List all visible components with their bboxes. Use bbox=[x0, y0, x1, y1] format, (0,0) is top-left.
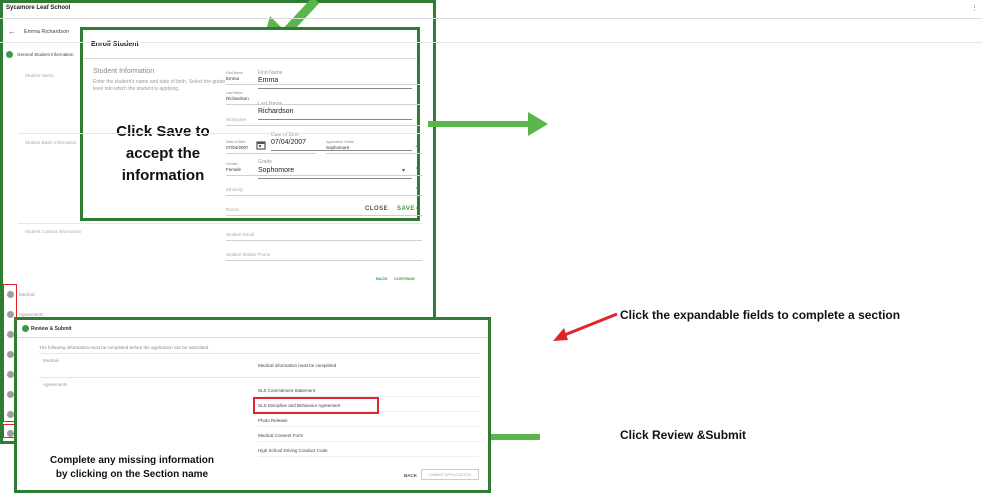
ethnicity-underline bbox=[226, 195, 422, 196]
agreements-label: Agreements bbox=[43, 382, 68, 387]
missing-info-line1: Complete any missing information bbox=[50, 455, 214, 466]
save-annotation-line2: accept the bbox=[125, 145, 201, 162]
student-name: Emma Richardson bbox=[24, 29, 70, 35]
mobile-underline bbox=[226, 260, 422, 261]
first-name-underline bbox=[226, 84, 420, 85]
gender-label: Gender bbox=[226, 162, 238, 166]
app-grade-label: Application Grade bbox=[326, 140, 354, 144]
gender-select[interactable]: Female bbox=[226, 167, 241, 172]
last-name-underline bbox=[258, 119, 412, 120]
missing-info-annotation: Complete any missing information by clic… bbox=[27, 454, 237, 482]
contact-section: Student Contact Information bbox=[25, 229, 82, 234]
nickname-underline bbox=[226, 125, 420, 126]
back-button[interactable]: BACK bbox=[404, 473, 417, 478]
first-name-field[interactable]: Emma bbox=[258, 77, 278, 84]
dob-underline bbox=[226, 153, 316, 154]
chevron-down-icon[interactable]: ▾ bbox=[416, 186, 419, 192]
dob-field[interactable]: 07/04/2007 bbox=[271, 139, 306, 146]
last-name-field[interactable]: Richardson bbox=[226, 96, 249, 101]
dob-label: Date of Birth bbox=[226, 140, 246, 144]
calendar-icon[interactable] bbox=[256, 137, 266, 150]
submit-application-button[interactable]: SUBMIT APPLICATION bbox=[421, 469, 479, 480]
student-mobile-input[interactable]: Student Mobile Phone bbox=[226, 252, 270, 257]
dob-field[interactable]: 07/04/2007 bbox=[226, 145, 249, 150]
section-description: Enter the student's name and date of bir… bbox=[93, 79, 226, 92]
more-icon[interactable]: ⋮ bbox=[971, 4, 978, 12]
gender-underline bbox=[226, 175, 422, 176]
agreement-divider bbox=[258, 456, 479, 457]
section-divider bbox=[18, 133, 422, 134]
last-name-label: Last Name bbox=[226, 91, 243, 95]
continue-button[interactable]: CONTINUE bbox=[394, 276, 415, 281]
chevron-down-icon[interactable]: ▾ bbox=[416, 144, 419, 150]
first-name-label: First Name bbox=[226, 71, 244, 75]
races-underline bbox=[226, 215, 422, 216]
dialog-divider bbox=[83, 58, 417, 59]
enroll-student-dialog: Enroll Student Student Information Enter… bbox=[80, 27, 420, 221]
app-grade-select[interactable]: Sophomore bbox=[326, 145, 349, 150]
medical-divider bbox=[39, 377, 479, 378]
student-email-input[interactable]: Student Email bbox=[226, 232, 254, 237]
first-name-underline bbox=[258, 88, 412, 89]
section-status-icon bbox=[22, 325, 29, 332]
first-name-label: First Name bbox=[258, 70, 283, 76]
section-title: Student Information bbox=[93, 68, 155, 75]
agreement-divider bbox=[258, 426, 479, 427]
close-button[interactable]: CLOSE bbox=[365, 206, 388, 212]
agreement-item[interactable]: High School Driving Conduct Code bbox=[258, 448, 328, 453]
first-name-field[interactable]: Emma bbox=[226, 76, 239, 81]
save-annotation-line1: Click Save to bbox=[116, 123, 210, 140]
chevron-down-icon[interactable]: ▾ bbox=[416, 166, 419, 172]
medical-label: Medical bbox=[43, 358, 59, 363]
nickname-input[interactable]: Nickname bbox=[226, 117, 246, 122]
email-underline bbox=[226, 240, 422, 241]
section-status-icon bbox=[6, 51, 13, 58]
school-name: Sycamore Leaf School bbox=[6, 5, 71, 11]
save-button[interactable]: SAVE bbox=[397, 206, 415, 212]
grade-select[interactable]: Sophomore bbox=[258, 167, 294, 174]
agreement-item[interactable]: Medical Consent Form bbox=[258, 433, 303, 438]
section-general[interactable]: General Student Information bbox=[17, 52, 74, 57]
student-header: ← Emma Richardson bbox=[0, 22, 982, 43]
save-annotation-line3: information bbox=[121, 167, 205, 184]
grade-underline bbox=[258, 178, 412, 179]
basic-info-section: Student Basic Information bbox=[25, 140, 77, 145]
section-divider bbox=[18, 223, 422, 224]
expandable-annotation: Click the expandable fields to complete … bbox=[620, 308, 901, 322]
grade-label: Grade bbox=[258, 159, 272, 165]
app-grade-underline bbox=[326, 153, 422, 154]
review-submit-panel: Review & Submit The following informatio… bbox=[14, 317, 491, 493]
dob-underline bbox=[271, 150, 412, 151]
agreement-divider bbox=[258, 441, 479, 442]
section-medical[interactable]: Medical bbox=[19, 292, 35, 297]
review-submit-annotation: Click Review &Submit bbox=[620, 428, 747, 442]
agreement-item[interactable]: SLS Commitment Statement bbox=[258, 388, 315, 393]
review-intro: The following information must be comple… bbox=[39, 345, 210, 350]
review-divider bbox=[17, 337, 488, 338]
missing-info-line2: by clicking on the Section name bbox=[55, 469, 209, 480]
chevron-down-icon[interactable]: ▾ bbox=[402, 167, 405, 174]
student-name-section: Student Name bbox=[25, 73, 54, 78]
back-arrow-icon[interactable]: ← bbox=[8, 27, 16, 36]
red-arrow-expandable bbox=[553, 312, 618, 341]
chevron-down-icon[interactable]: ▾ bbox=[416, 206, 419, 212]
ethnicity-select[interactable]: Ethnicity bbox=[226, 187, 243, 192]
app-topbar: Sycamore Leaf School ⋮ bbox=[0, 0, 982, 19]
agreement-highlight bbox=[253, 397, 379, 414]
arrow-dialog-to-app bbox=[428, 112, 548, 136]
races-select[interactable]: Races bbox=[226, 207, 239, 212]
medical-item[interactable]: Medical information must be completed bbox=[258, 363, 336, 368]
last-name-field[interactable]: Richardson bbox=[258, 108, 293, 115]
last-name-underline bbox=[226, 104, 420, 105]
intro-divider bbox=[39, 353, 479, 354]
review-title: Review & Submit bbox=[31, 326, 72, 332]
back-button[interactable]: BACK bbox=[376, 276, 388, 281]
agreement-item[interactable]: Photo Release bbox=[258, 418, 288, 423]
save-annotation: Click Save to accept the information bbox=[93, 121, 233, 187]
